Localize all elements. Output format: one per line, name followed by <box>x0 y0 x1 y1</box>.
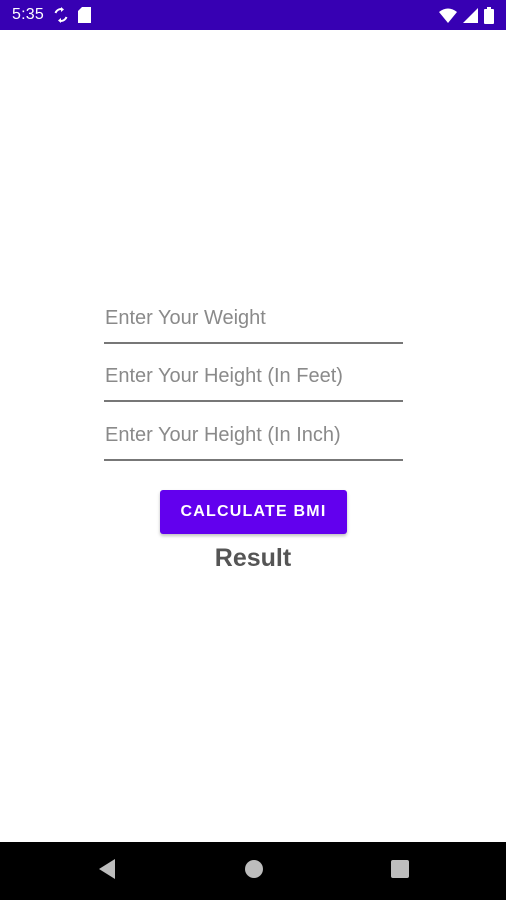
status-bar-left: 5:35 <box>12 6 91 24</box>
app-screen: 5:35 Enter Your Weight Enter Your Height… <box>0 0 506 900</box>
back-button[interactable] <box>92 856 122 886</box>
cellular-signal-icon <box>463 7 478 23</box>
status-bar-right <box>439 6 494 24</box>
home-button[interactable] <box>239 856 269 886</box>
status-time: 5:35 <box>12 6 44 23</box>
home-icon <box>244 859 264 884</box>
status-bar: 5:35 <box>0 0 506 30</box>
result-text: Result <box>214 544 292 572</box>
navigation-bar <box>0 842 506 900</box>
back-icon <box>97 858 117 885</box>
recents-icon <box>390 859 410 884</box>
battery-icon <box>484 6 494 24</box>
weight-input[interactable] <box>104 300 403 344</box>
sd-card-icon <box>77 7 91 23</box>
height-inch-input[interactable] <box>104 417 403 461</box>
sync-icon <box>54 7 68 23</box>
calculate-bmi-button[interactable]: CALCULATE BMI <box>160 490 347 534</box>
height-feet-input[interactable] <box>104 358 403 402</box>
wifi-icon <box>439 8 457 23</box>
recents-button[interactable] <box>385 856 415 886</box>
